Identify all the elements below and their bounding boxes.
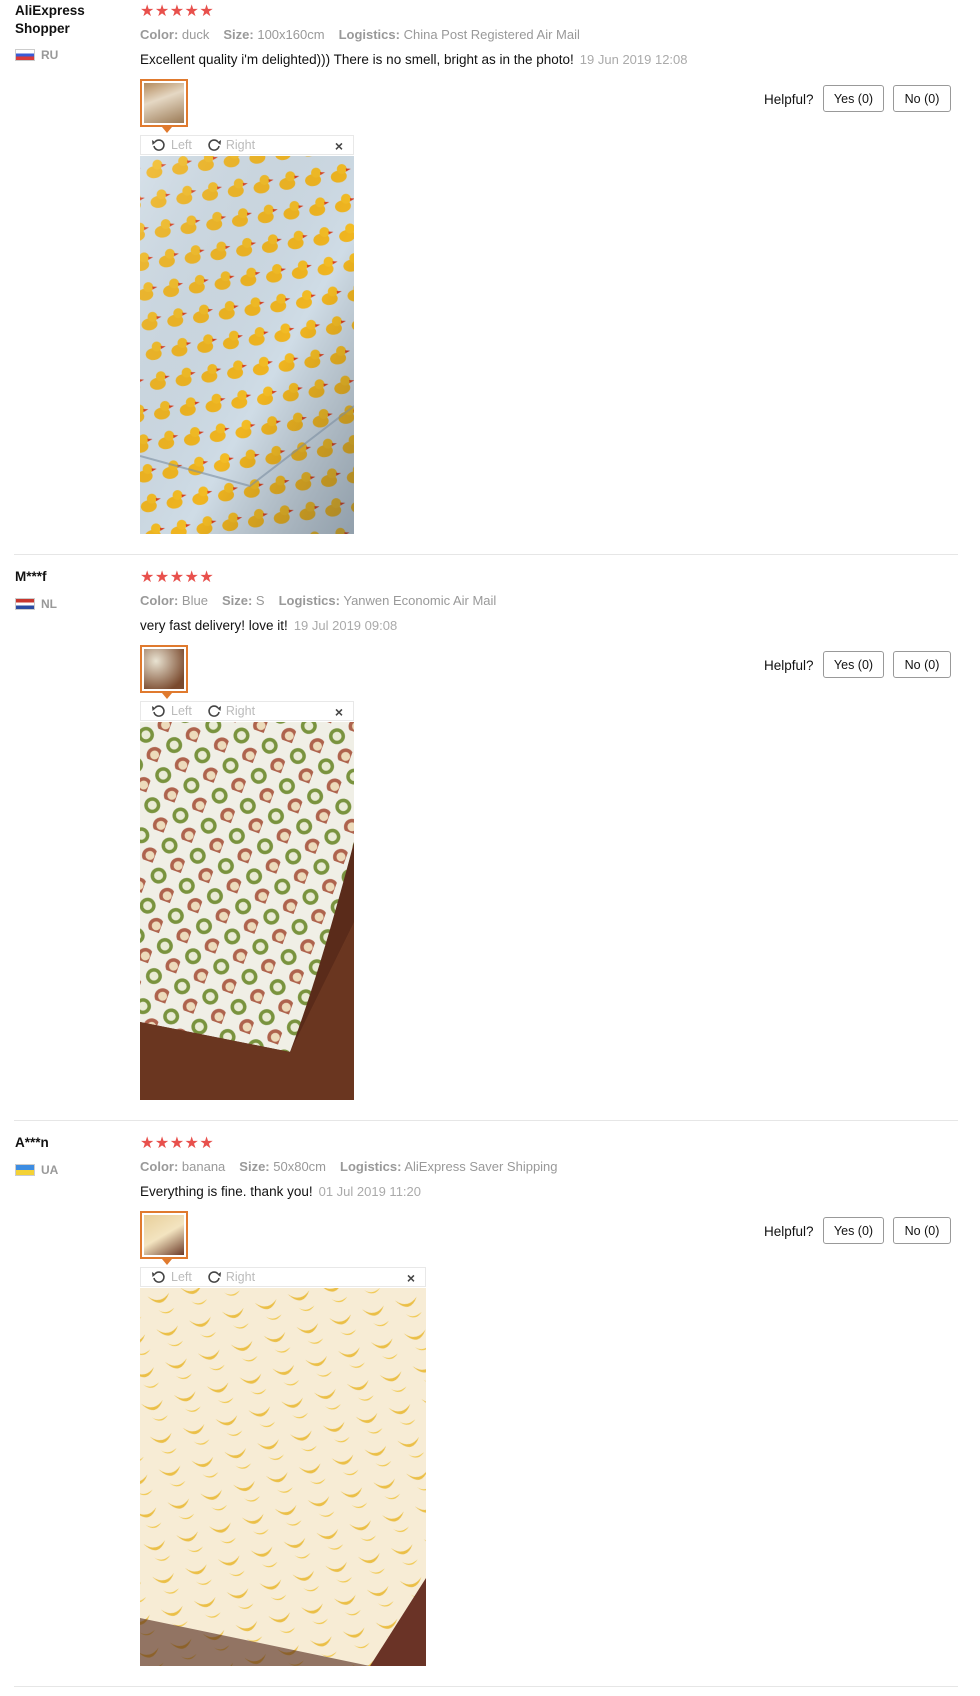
logistics-label: Logistics: — [340, 1159, 402, 1174]
color-label: Color: — [140, 27, 179, 42]
close-icon[interactable]: × — [335, 136, 343, 156]
flag-icon — [15, 598, 35, 610]
country-code: RU — [41, 48, 59, 62]
rotate-right-icon — [208, 705, 221, 717]
review-text: very fast delivery! love it! 19 Jul 2019 … — [140, 618, 397, 633]
country-code: NL — [41, 597, 57, 611]
rotate-left-icon — [152, 705, 165, 717]
flag-icon — [15, 49, 35, 61]
image-viewer-toolbar: Left Right × — [140, 135, 354, 155]
review-photo — [140, 1288, 426, 1666]
duck-pattern-photo — [140, 156, 354, 534]
rotate-right-icon — [208, 1271, 221, 1283]
rotate-right-button[interactable]: Right — [206, 1269, 255, 1285]
rotate-right-button[interactable]: Right — [206, 137, 255, 153]
close-icon[interactable]: × — [407, 1268, 415, 1288]
review-body: Everything is fine. thank you! — [140, 1184, 313, 1199]
logistics-label: Logistics: — [338, 27, 400, 42]
divider — [14, 1686, 958, 1687]
review-text: Excellent quality i'm delighted))) There… — [140, 52, 688, 67]
reviewer-name: AliExpress Shopper — [15, 3, 85, 36]
reviewer-name: A***n — [15, 1135, 49, 1150]
size-value: 100x160cm — [257, 27, 325, 42]
image-viewer-toolbar: Left Right × — [140, 701, 354, 721]
reviewer-country: RU — [15, 48, 58, 62]
divider — [14, 1120, 958, 1121]
order-info: Color: Blue Size: S Logistics: Yanwen Econ… — [140, 593, 496, 608]
review-date: 01 Jul 2019 11:20 — [318, 1184, 421, 1199]
banana-pattern-photo — [140, 1288, 426, 1666]
rotate-left-button[interactable]: Left — [151, 1269, 192, 1285]
review-body: very fast delivery! love it! — [140, 618, 288, 633]
image-viewer-toolbar: Left Right × — [140, 1267, 426, 1287]
photo-thumbnail[interactable] — [140, 79, 188, 133]
order-info: Color: banana Size: 50x80cm Logistics: Ali… — [140, 1159, 558, 1174]
helpful-label: Helpful? — [764, 92, 814, 107]
country-code: UA — [41, 1163, 59, 1177]
helpful-yes-button[interactable]: Yes (0) — [823, 85, 884, 112]
logistics-label: Logistics: — [278, 593, 340, 608]
size-value: 50x80cm — [273, 1159, 327, 1174]
color-value: duck — [181, 27, 210, 42]
helpful-yes-button[interactable]: Yes (0) — [823, 651, 884, 678]
logistics-value: AliExpress Saver Shipping — [404, 1159, 558, 1174]
rotate-left-button[interactable]: Left — [151, 703, 192, 719]
size-label: Size: — [239, 1159, 270, 1174]
rotate-right-icon — [208, 139, 221, 151]
helpful-no-button[interactable]: No (0) — [893, 85, 951, 112]
flag-icon — [15, 1164, 35, 1176]
reviewer-name: M***f — [15, 569, 47, 584]
rotate-left-icon — [152, 1271, 165, 1283]
review-body: Excellent quality i'm delighted))) There… — [140, 52, 574, 67]
review-date: 19 Jul 2019 09:08 — [293, 618, 398, 633]
color-label: Color: — [140, 1159, 179, 1174]
divider — [14, 554, 958, 555]
helpful-no-button[interactable]: No (0) — [893, 1217, 951, 1244]
review-date: 19 Jun 2019 12:08 — [579, 52, 688, 67]
rotate-right-button[interactable]: Right — [206, 703, 255, 719]
color-value: Blue — [181, 593, 208, 608]
review-photo — [140, 722, 354, 1100]
helpful-label: Helpful? — [764, 658, 814, 673]
reviewer-country: UA — [15, 1163, 58, 1177]
logistics-value: China Post Registered Air Mail — [403, 27, 580, 42]
review-text: Everything is fine. thank you! 01 Jul 201… — [140, 1184, 421, 1199]
color-label: Color: — [140, 593, 179, 608]
photo-thumbnail[interactable] — [140, 1211, 188, 1265]
rotate-left-button[interactable]: Left — [151, 137, 192, 153]
star-rating: ★★★★★ — [140, 569, 215, 586]
size-value: S — [255, 593, 265, 608]
kiwi-pattern-photo — [140, 722, 354, 1100]
star-rating: ★★★★★ — [140, 1135, 215, 1152]
helpful-no-button[interactable]: No (0) — [893, 651, 951, 678]
order-info: Color: duck Size: 100x160cm Logistics: Chi… — [140, 27, 580, 42]
logistics-value: Yanwen Economic Air Mail — [343, 593, 497, 608]
size-label: Size: — [221, 593, 253, 608]
close-icon[interactable]: × — [335, 702, 343, 722]
star-rating: ★★★★★ — [140, 3, 215, 20]
size-label: Size: — [223, 27, 254, 42]
photo-thumbnail[interactable] — [140, 645, 188, 699]
helpful-yes-button[interactable]: Yes (0) — [823, 1217, 884, 1244]
reviewer-country: NL — [15, 597, 57, 611]
rotate-left-icon — [152, 139, 165, 151]
helpful-label: Helpful? — [764, 1224, 814, 1239]
color-value: banana — [181, 1159, 226, 1174]
review-photo — [140, 156, 354, 534]
